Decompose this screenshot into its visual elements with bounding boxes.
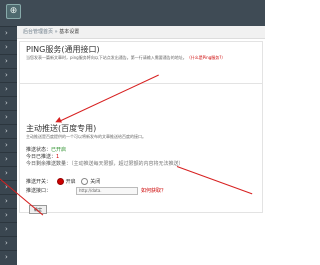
chevron-right-icon: › [5,29,8,37]
top-bar: ⊕ [0,0,265,26]
sidebar-item[interactable]: › [0,152,17,165]
chevron-right-icon: › [5,43,8,51]
chevron-right-icon: › [5,71,8,79]
chevron-right-icon: › [5,225,8,233]
sidebar: › › › › › › › › › › › › › › › › › [0,26,17,265]
main-content: 后台管理首页 » 基本设置 PING服务(通用接口) 当您发表一篇新文章时，pi… [0,26,265,265]
push-api-row: 推送接口： http://data. 如何获取？ [26,187,167,195]
sidebar-item[interactable]: › [0,110,17,123]
sidebar-item[interactable]: › [0,82,17,95]
switch-off-radio[interactable] [81,178,89,185]
breadcrumb: 后台管理首页 » 基本设置 [17,26,265,39]
chevron-right-icon: › [5,169,8,177]
breadcrumb-home[interactable]: 后台管理首页 [23,29,53,35]
sidebar-item[interactable]: › [0,138,17,151]
sidebar-item[interactable]: › [0,166,17,179]
sidebar-item[interactable]: › [0,54,17,67]
push-desc: 主动推送是百度提供的一个可以将新发布的文章推送给百度的接口。 [26,134,146,139]
push-panel: 主动推送(百度专用) 主动推送是百度提供的一个可以将新发布的文章推送给百度的接口… [19,83,263,213]
sidebar-item[interactable]: › [0,208,17,221]
sidebar-item[interactable]: › [0,68,17,81]
chevron-right-icon: › [5,113,8,121]
push-remaining-row: 今日剩余推送数量：（主动推送每天限额，超过限额的内容将无法推送） [26,161,184,167]
chevron-right-icon: › [5,155,8,163]
sidebar-item[interactable]: › [0,96,17,109]
sidebar-item[interactable]: › [0,40,17,53]
chevron-right-icon: › [5,239,8,247]
sidebar-item[interactable]: › [0,124,17,137]
push-title: 主动推送(百度专用) [26,124,97,133]
push-switch-row: 推送开关： 开启 关闭 [26,178,101,185]
push-status-row: 推送状态：已开启 [26,147,67,153]
sidebar-item[interactable]: › [0,222,17,235]
push-api-help-link[interactable]: 如何获取？ [141,187,166,194]
ping-desc: 当您发表一篇新文章时，ping服务将向以下站点发出通告。第一行请输入需要通告的地… [26,55,226,60]
chevron-right-icon: › [5,197,8,205]
chevron-right-icon: › [5,127,8,135]
push-today-row: 今日已推送：1 [26,154,60,160]
chevron-right-icon: › [5,211,8,219]
ping-help-link[interactable]: （什么是Ping服务?） [187,55,226,60]
push-api-input[interactable]: http://data. [76,187,138,195]
chevron-right-icon: › [5,141,8,149]
logo-icon: ⊕ [6,4,21,19]
switch-on-radio[interactable] [56,178,64,185]
sidebar-item[interactable]: › [0,236,17,249]
chevron-right-icon: › [5,99,8,107]
chevron-right-icon: › [5,85,8,93]
chevron-right-icon: › [5,57,8,65]
sidebar-item[interactable]: › [0,194,17,207]
sidebar-item[interactable]: › [0,250,17,263]
sidebar-item[interactable]: › [0,26,17,39]
chevron-right-icon: › [5,253,8,261]
breadcrumb-current: 基本设置 [59,29,80,35]
ping-title: PING服务(通用接口) [26,45,100,54]
